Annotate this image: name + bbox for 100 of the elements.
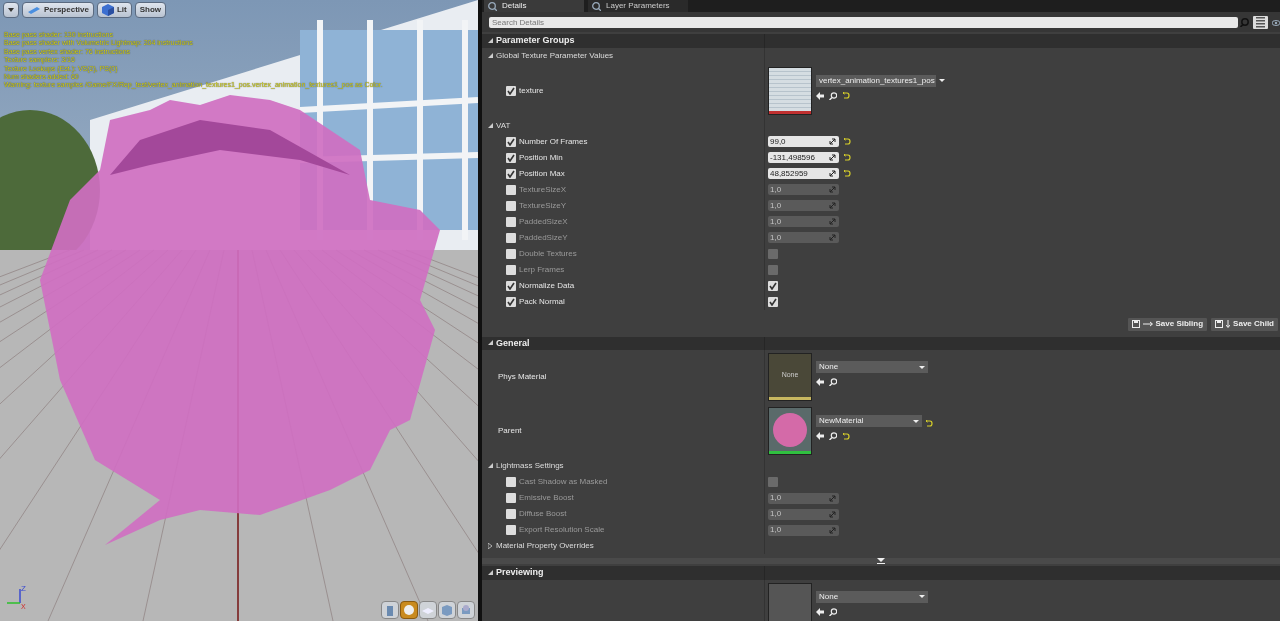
checkbox[interactable] xyxy=(506,296,516,307)
caret-icon xyxy=(938,79,945,82)
number-field[interactable]: 48,852959 xyxy=(768,168,839,179)
category-header[interactable]: Previewing xyxy=(488,566,544,580)
search-icon[interactable] xyxy=(829,607,837,616)
collapse-arrow-icon[interactable] xyxy=(877,558,885,564)
category-header[interactable]: Parameter Groups xyxy=(488,34,575,48)
panel-tab[interactable]: Layer Parameters xyxy=(588,0,688,12)
expander-icon[interactable] xyxy=(488,37,493,44)
drag-handle-icon xyxy=(829,186,836,193)
asset-dropdown[interactable]: None xyxy=(816,590,928,603)
group-header[interactable]: Global Texture Parameter Values xyxy=(488,49,614,62)
property-label: Normalize Data xyxy=(519,279,575,292)
expander-icon[interactable] xyxy=(488,340,493,347)
group-header[interactable]: Lightmass Settings xyxy=(488,460,564,472)
expander-icon[interactable] xyxy=(488,569,493,576)
reset-arrow-icon[interactable] xyxy=(843,154,851,161)
number-field: 1,0 xyxy=(768,216,839,227)
thumbnail xyxy=(768,66,812,115)
mesh-icon xyxy=(460,604,472,616)
save-button[interactable]: Save Sibling xyxy=(1127,317,1208,331)
expander-icon[interactable] xyxy=(488,122,493,129)
axis-label: Z xyxy=(21,584,26,593)
sphere-icon xyxy=(403,604,415,616)
property-label: texture xyxy=(519,84,544,97)
drag-handle-icon xyxy=(829,202,836,209)
eye-icon[interactable] xyxy=(1272,18,1280,27)
drag-handle-icon xyxy=(829,494,836,502)
sphere-icon xyxy=(772,411,808,448)
viewport-mode-button[interactable]: Perspective xyxy=(22,2,94,18)
reset-arrow-icon[interactable] xyxy=(842,92,850,99)
drag-handle-icon xyxy=(829,526,836,534)
panel-tab[interactable]: Details xyxy=(484,0,584,12)
viewport-menu-button[interactable] xyxy=(3,2,19,18)
property-label: PaddedSizeY xyxy=(519,231,568,244)
reset-arrow-icon[interactable] xyxy=(843,138,851,145)
drag-handle-icon xyxy=(829,510,836,518)
caret-icon xyxy=(919,365,925,369)
reset-arrow-icon[interactable] xyxy=(925,420,933,427)
expander-icon[interactable] xyxy=(488,52,493,59)
property-label: Phys Material xyxy=(498,371,547,383)
number-field: 1,0 xyxy=(768,200,839,211)
view-options-button[interactable] xyxy=(1253,16,1268,29)
number-field[interactable]: -131,498596 xyxy=(768,152,839,163)
checkbox[interactable] xyxy=(506,85,516,96)
checkbox[interactable] xyxy=(506,152,516,163)
checkbox[interactable] xyxy=(506,136,516,147)
checkbox[interactable] xyxy=(506,168,516,179)
save-button[interactable]: Save Child xyxy=(1211,317,1278,331)
arrow-right-icon xyxy=(1142,320,1153,328)
group-header[interactable]: VAT xyxy=(488,119,511,132)
property-label: Parent xyxy=(498,425,522,437)
checkbox[interactable] xyxy=(506,280,516,291)
arrow-left-icon[interactable] xyxy=(816,607,824,616)
property-label: PaddedSizeX xyxy=(519,215,568,228)
checkbox[interactable] xyxy=(768,280,778,291)
property-label: Position Max xyxy=(519,167,565,180)
cube-icon xyxy=(441,604,453,616)
preview-shape-button[interactable] xyxy=(419,601,437,619)
arrow-down-icon xyxy=(1226,320,1231,328)
cylinder-icon xyxy=(384,604,396,616)
drag-handle-icon xyxy=(829,138,836,145)
search-icon[interactable] xyxy=(829,91,837,100)
number-field[interactable]: 99,0 xyxy=(768,136,839,147)
property-label: Number Of Frames xyxy=(519,135,588,148)
preview-shape-button[interactable] xyxy=(400,601,418,619)
save-icon xyxy=(1131,320,1140,328)
drag-handle-icon xyxy=(829,170,836,177)
asset-dropdown[interactable]: NewMaterial xyxy=(816,415,922,427)
reset-arrow-icon[interactable] xyxy=(843,170,851,177)
property-label: Diffuse Boost xyxy=(519,508,567,520)
property-label: TextureSizeY xyxy=(519,199,567,212)
drag-handle-icon xyxy=(829,154,836,161)
save-icon xyxy=(1215,320,1224,328)
property-label: Export Resolution Scale xyxy=(519,524,605,536)
category-header[interactable]: General xyxy=(488,336,530,350)
property-label: Position Min xyxy=(519,151,563,164)
arrow-left-icon[interactable] xyxy=(816,91,824,100)
checkbox[interactable] xyxy=(768,296,778,307)
expander-icon[interactable] xyxy=(488,543,493,549)
group-header[interactable]: Material Property Overrides xyxy=(488,540,594,552)
search-field[interactable]: Search Details xyxy=(489,17,1238,28)
number-field: 1,0 xyxy=(768,184,839,195)
viewport-mode-button[interactable]: Lit xyxy=(96,2,132,18)
reset-arrow-icon[interactable] xyxy=(842,432,850,440)
asset-dropdown[interactable]: None xyxy=(816,361,928,373)
search-icon[interactable] xyxy=(829,432,837,440)
search-icon[interactable] xyxy=(829,378,837,386)
cube-icon xyxy=(101,4,114,16)
number-field: 1,0 xyxy=(768,524,839,536)
search-icon xyxy=(1240,18,1249,27)
viewport-mode-button[interactable]: Show xyxy=(134,2,167,18)
number-field: 1,0 xyxy=(768,508,839,520)
number-field: 1,0 xyxy=(768,492,839,504)
arrow-left-icon[interactable] xyxy=(816,378,824,386)
arrow-left-icon[interactable] xyxy=(816,432,824,440)
expander-icon[interactable] xyxy=(488,463,493,469)
camera-view-icon xyxy=(27,5,41,15)
caret-icon xyxy=(913,419,919,423)
drag-handle-icon xyxy=(829,218,836,225)
